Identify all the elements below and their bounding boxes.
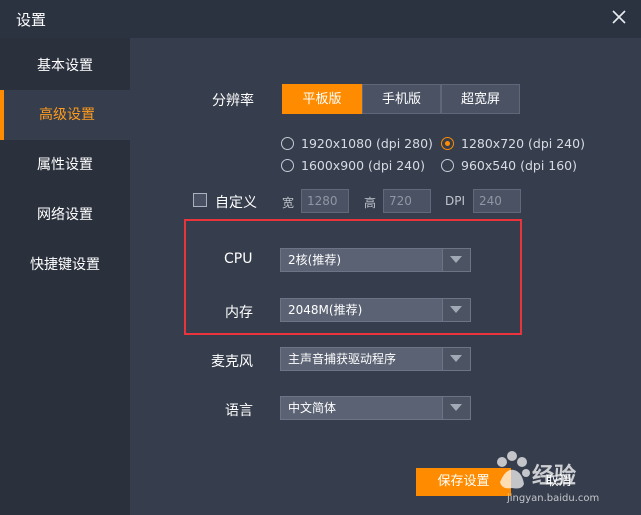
- microphone-select[interactable]: 主声音捕获驱动程序: [280, 347, 471, 371]
- radio-unchecked-icon: [281, 137, 294, 150]
- height-input[interactable]: 720: [383, 189, 431, 213]
- cpu-select[interactable]: 2核(推荐): [280, 248, 471, 272]
- sidebar: 基本设置 高级设置 属性设置 网络设置 快捷键设置: [0, 38, 130, 515]
- custom-checkbox[interactable]: [193, 193, 207, 207]
- radio-label: 1920x1080 (dpi 280): [301, 136, 433, 151]
- tab-tablet[interactable]: 平板版: [282, 84, 362, 114]
- sidebar-item-advanced[interactable]: 高级设置: [0, 90, 130, 140]
- radio-960x540[interactable]: 960x540 (dpi 160): [441, 158, 577, 173]
- tab-ultrawide[interactable]: 超宽屏: [441, 84, 520, 114]
- radio-label: 1280x720 (dpi 240): [461, 136, 585, 151]
- baidu-paw-logo: [492, 450, 532, 496]
- sidebar-item-network[interactable]: 网络设置: [0, 190, 130, 240]
- window-title: 设置: [16, 11, 47, 29]
- memory-select[interactable]: 2048M(推荐): [280, 298, 471, 322]
- radio-label: 1600x900 (dpi 240): [301, 158, 425, 173]
- resolution-label: 分辨率: [212, 93, 254, 109]
- radio-1600x900[interactable]: 1600x900 (dpi 240): [281, 158, 425, 173]
- width-label: 宽: [282, 196, 295, 210]
- language-select[interactable]: 中文简体: [280, 396, 471, 420]
- dpi-input[interactable]: 240: [473, 189, 521, 213]
- watermark-url: jingyan.baidu.com: [507, 493, 600, 504]
- sidebar-item-basic[interactable]: 基本设置: [0, 41, 130, 91]
- chevron-down-icon: [442, 348, 470, 370]
- microphone-label: 麦克风: [211, 354, 253, 370]
- chevron-down-icon: [442, 397, 470, 419]
- sidebar-item-properties[interactable]: 属性设置: [0, 140, 130, 190]
- dpi-label: DPI: [445, 194, 466, 208]
- memory-value: 2048M(推荐): [288, 303, 363, 317]
- radio-checked-icon: [441, 137, 454, 150]
- cpu-value: 2核(推荐): [288, 253, 341, 267]
- microphone-value: 主声音捕获驱动程序: [288, 352, 397, 366]
- title-bar: 设置: [0, 0, 641, 38]
- custom-label: 自定义: [215, 195, 257, 211]
- sidebar-item-shortcuts[interactable]: 快捷键设置: [0, 240, 130, 290]
- tab-phone[interactable]: 手机版: [362, 84, 441, 114]
- height-label: 高: [364, 196, 377, 210]
- chevron-down-icon: [442, 249, 470, 271]
- width-input[interactable]: 1280: [301, 189, 349, 213]
- radio-label: 960x540 (dpi 160): [461, 158, 578, 173]
- memory-label: 内存: [225, 305, 253, 321]
- radio-unchecked-icon: [441, 159, 454, 172]
- language-label: 语言: [225, 403, 253, 419]
- radio-1280x720[interactable]: 1280x720 (dpi 240): [441, 136, 585, 151]
- watermark-brand: 经验: [532, 464, 577, 489]
- close-icon[interactable]: [610, 8, 628, 26]
- radio-unchecked-icon: [281, 159, 294, 172]
- cpu-label: CPU: [224, 251, 253, 267]
- chevron-down-icon: [442, 299, 470, 321]
- language-value: 中文简体: [288, 401, 337, 415]
- radio-1920x1080[interactable]: 1920x1080 (dpi 280): [281, 136, 433, 151]
